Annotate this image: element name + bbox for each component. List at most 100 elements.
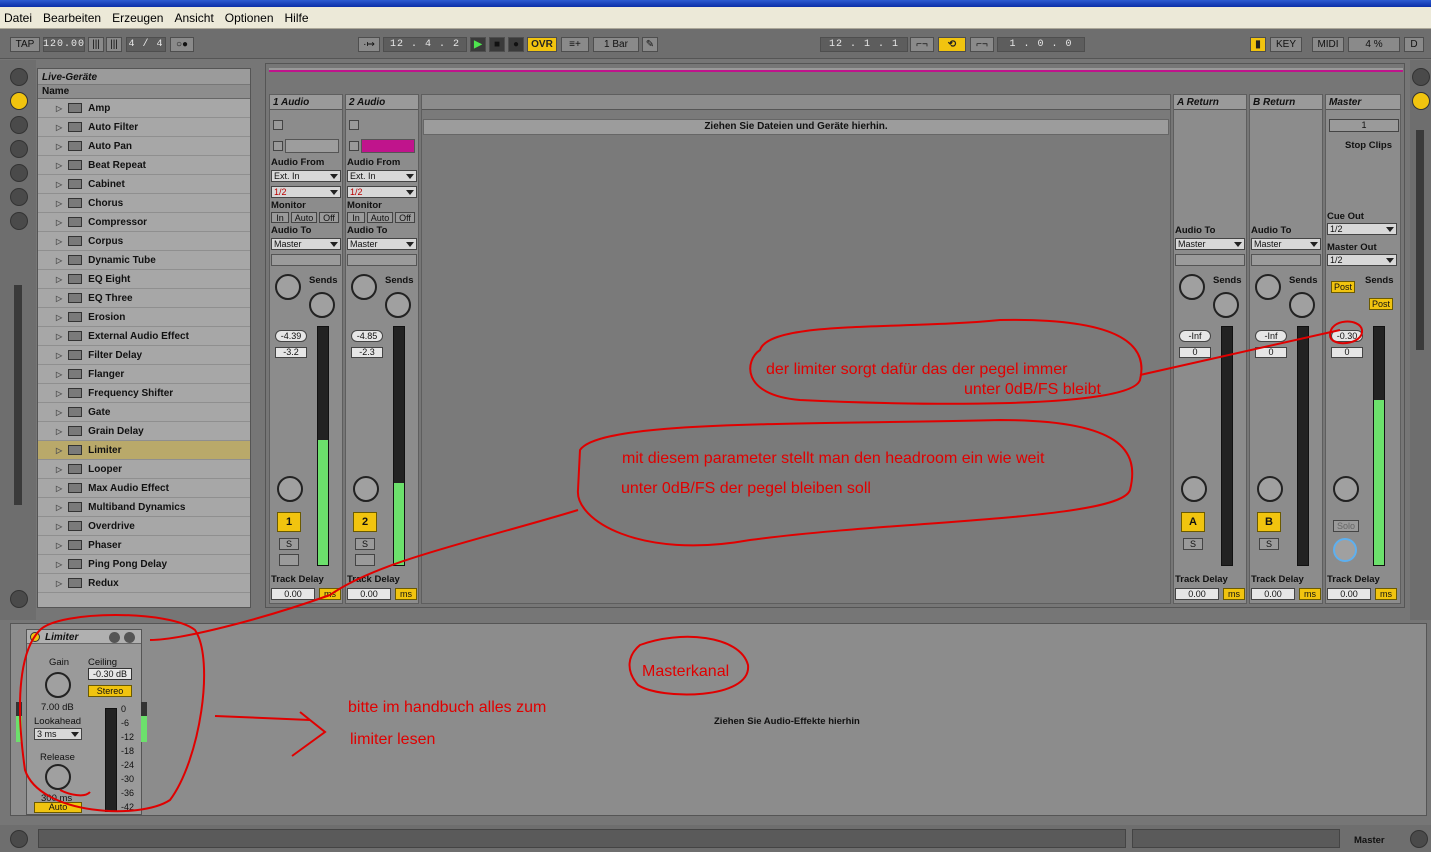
track-delay-field[interactable]: 0.00 xyxy=(1175,588,1219,600)
delay-unit-button[interactable]: ms xyxy=(1375,588,1397,600)
output-channel-select[interactable] xyxy=(1175,254,1245,266)
pan-knob[interactable] xyxy=(1333,476,1359,502)
audio-to-select[interactable]: Master xyxy=(1175,238,1245,250)
track-1-name[interactable]: 1 Audio xyxy=(270,95,342,110)
punch-in-icon[interactable]: ⌐¬ xyxy=(910,37,934,52)
expand-triangle-icon[interactable]: ▷ xyxy=(56,332,62,341)
peak-level[interactable]: 0 xyxy=(1331,347,1363,358)
solo-button[interactable]: S xyxy=(1259,538,1279,550)
time-signature-field[interactable]: 4 / 4 xyxy=(126,37,166,52)
device-browser-icon[interactable] xyxy=(10,92,28,110)
browser-item[interactable]: ▷ External Audio Effect xyxy=(38,327,250,346)
expand-triangle-icon[interactable]: ▷ xyxy=(56,161,62,170)
clip-slot[interactable] xyxy=(285,139,339,153)
send-b-knob[interactable] xyxy=(1213,292,1239,318)
overdub-button[interactable]: OVR xyxy=(527,37,557,52)
monitor-off-button[interactable]: Off xyxy=(395,212,415,223)
stop-clips-label[interactable]: Stop Clips xyxy=(1345,140,1392,151)
menu-erzeugen[interactable]: Erzeugen xyxy=(112,11,163,25)
stop-icon[interactable]: ■ xyxy=(489,37,505,52)
hot-swap-icon[interactable] xyxy=(10,212,28,230)
volume-field[interactable]: -4.39 xyxy=(275,330,307,342)
stereo-button[interactable]: Stereo xyxy=(88,685,132,697)
delay-unit-button[interactable]: ms xyxy=(1299,588,1321,600)
gain-knob[interactable] xyxy=(45,672,71,698)
peak-level[interactable]: 0 xyxy=(1179,347,1211,358)
volume-field[interactable]: -Inf xyxy=(1255,330,1287,342)
info-toggle-icon[interactable] xyxy=(10,830,28,848)
browser-scrollbar[interactable] xyxy=(14,285,22,505)
nudge-down-icon[interactable]: ||| xyxy=(88,37,104,52)
folder-1-icon[interactable] xyxy=(10,140,28,158)
tap-button[interactable]: TAP xyxy=(10,37,40,52)
expand-triangle-icon[interactable]: ▷ xyxy=(56,313,62,322)
loop-length-field[interactable]: 1 . 0 . 0 xyxy=(997,37,1085,52)
pan-knob[interactable] xyxy=(277,476,303,502)
expand-triangle-icon[interactable]: ▷ xyxy=(56,275,62,284)
monitor-in-button[interactable]: In xyxy=(271,212,289,223)
volume-field[interactable]: -Inf xyxy=(1179,330,1211,342)
delay-unit-button[interactable]: ms xyxy=(319,588,341,600)
arrangement-toggle-icon[interactable] xyxy=(1412,68,1430,86)
browser-column-header[interactable]: Name xyxy=(38,85,250,99)
clip-stop-button[interactable] xyxy=(349,141,359,151)
browser-item[interactable]: ▷ Auto Filter xyxy=(38,118,250,137)
send-b-knob[interactable] xyxy=(385,292,411,318)
expand-triangle-icon[interactable]: ▷ xyxy=(56,351,62,360)
clip-stop-button[interactable] xyxy=(273,120,283,130)
plugin-browser-icon[interactable] xyxy=(10,116,28,134)
device-view-toggle-icon[interactable] xyxy=(1410,830,1428,848)
monitor-auto-button[interactable]: Auto xyxy=(291,212,317,223)
browser-item[interactable]: ▷ Grain Delay xyxy=(38,422,250,441)
browser-item[interactable]: ▷ Amp xyxy=(38,99,250,118)
send-b-knob[interactable] xyxy=(309,292,335,318)
scene-scrollbar[interactable] xyxy=(1416,130,1424,350)
browser-item[interactable]: ▷ Compressor xyxy=(38,213,250,232)
audio-to-select[interactable]: Master xyxy=(347,238,417,250)
browser-toggle-icon[interactable] xyxy=(10,68,28,86)
return-b-name[interactable]: B Return xyxy=(1250,95,1322,110)
browser-item[interactable]: ▷ Looper xyxy=(38,460,250,479)
pencil-icon[interactable]: ✎ xyxy=(642,37,658,52)
track-delay-field[interactable]: 0.00 xyxy=(1327,588,1371,600)
browser-item[interactable]: ▷ Filter Delay xyxy=(38,346,250,365)
device-hotswap-icon[interactable] xyxy=(109,632,120,643)
delay-unit-button[interactable]: ms xyxy=(1223,588,1245,600)
track-activator-button[interactable]: 2 xyxy=(353,512,377,532)
track-activator-button[interactable]: 1 xyxy=(277,512,301,532)
browser-item[interactable]: ▷ Dynamic Tube xyxy=(38,251,250,270)
master-out-select[interactable]: 1/2 xyxy=(1327,254,1397,266)
folder-2-icon[interactable] xyxy=(10,164,28,182)
return-a-name[interactable]: A Return xyxy=(1174,95,1246,110)
arm-button[interactable] xyxy=(279,554,299,566)
peak-level[interactable]: -3.2 xyxy=(275,347,307,358)
send-a-knob[interactable] xyxy=(351,274,377,300)
browser-item[interactable]: ▷ Phaser xyxy=(38,536,250,555)
audio-effects-drop-hint[interactable]: Ziehen Sie Audio-Effekte hierhin xyxy=(714,716,860,727)
expand-triangle-icon[interactable]: ▷ xyxy=(56,579,62,588)
solo-button[interactable]: S xyxy=(1183,538,1203,550)
expand-triangle-icon[interactable]: ▷ xyxy=(56,389,62,398)
expand-triangle-icon[interactable]: ▷ xyxy=(56,104,62,113)
clip-stop-button[interactable] xyxy=(349,120,359,130)
preview-volume-knob[interactable] xyxy=(1333,538,1357,562)
pan-knob[interactable] xyxy=(1181,476,1207,502)
audio-from-select[interactable]: Ext. In xyxy=(271,170,341,182)
monitor-in-button[interactable]: In xyxy=(347,212,365,223)
output-channel-select[interactable] xyxy=(347,254,417,266)
expand-triangle-icon[interactable]: ▷ xyxy=(56,218,62,227)
menu-ansicht[interactable]: Ansicht xyxy=(174,11,213,25)
browser-item[interactable]: ▷ EQ Three xyxy=(38,289,250,308)
track-delay-field[interactable]: 0.00 xyxy=(271,588,315,600)
browser-item[interactable]: ▷ Chorus xyxy=(38,194,250,213)
midi-map-button[interactable]: MIDI xyxy=(1312,37,1344,52)
browser-item[interactable]: ▷ EQ Eight xyxy=(38,270,250,289)
tempo-field[interactable]: 120.00 xyxy=(43,37,85,52)
loop-start-field[interactable]: 12 . 1 . 1 xyxy=(820,37,908,52)
expand-triangle-icon[interactable]: ▷ xyxy=(56,370,62,379)
send-a-knob[interactable] xyxy=(275,274,301,300)
cue-out-select[interactable]: 1/2 xyxy=(1327,223,1397,235)
return-activator-button[interactable]: B xyxy=(1257,512,1281,532)
delay-unit-button[interactable]: ms xyxy=(395,588,417,600)
expand-triangle-icon[interactable]: ▷ xyxy=(56,123,62,132)
